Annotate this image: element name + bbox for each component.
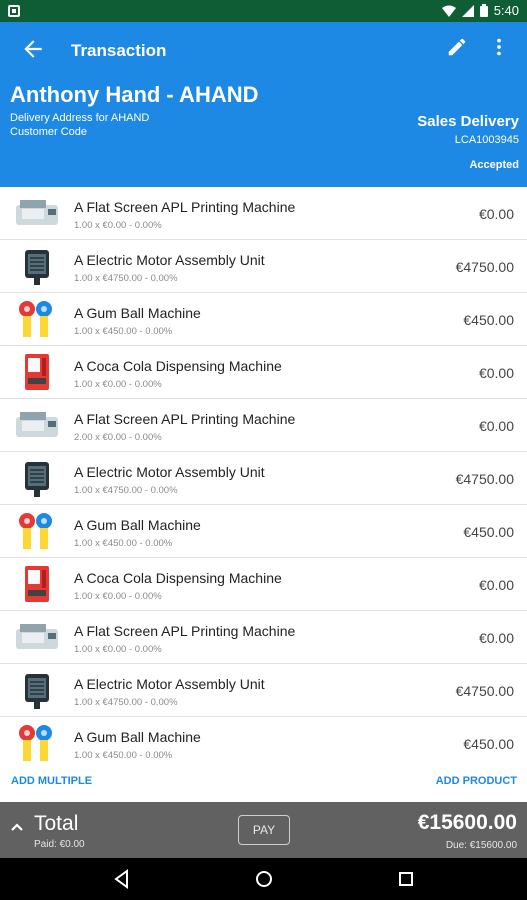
customer-name: Anthony Hand - AHAND: [10, 82, 259, 107]
back-triangle-icon[interactable]: [111, 868, 133, 890]
status-bar: 5:40: [0, 0, 527, 22]
line-item[interactable]: A Coca Cola Dispensing Machine 1.00 x €0…: [0, 346, 527, 399]
clock: 5:40: [493, 3, 519, 18]
add-product-button[interactable]: ADD PRODUCT: [436, 775, 517, 787]
status-badge: Accepted: [469, 159, 519, 171]
item-detail: 1.00 x €450.00 - 0.00%: [74, 538, 173, 549]
item-amount: €4750.00: [455, 683, 514, 699]
item-name: A Flat Screen APL Printing Machine: [74, 623, 296, 639]
item-name: A Electric Motor Assembly Unit: [74, 464, 265, 480]
motor-unit-icon: [25, 250, 49, 285]
wifi-icon: [441, 5, 456, 17]
battery-icon: [479, 4, 488, 17]
item-name: A Gum Ball Machine: [74, 729, 201, 745]
delivery-address: Delivery Address for AHAND: [10, 112, 150, 124]
item-name: A Coca Cola Dispensing Machine: [74, 570, 282, 586]
item-detail: 1.00 x €0.00 - 0.00%: [74, 220, 162, 231]
printing-machine-icon: [16, 200, 58, 225]
page-title: Transaction: [71, 41, 167, 60]
item-detail: 1.00 x €0.00 - 0.00%: [74, 591, 162, 602]
item-amount: €450.00: [463, 524, 514, 540]
dispensing-machine-icon: [25, 566, 49, 602]
line-item[interactable]: A Gum Ball Machine 1.00 x €450.00 - 0.00…: [0, 293, 527, 346]
item-amount: €0.00: [478, 630, 514, 646]
gumball-machine-icon: [19, 301, 52, 337]
motor-unit-icon: [25, 462, 49, 497]
paid-amount: Paid: €0.00: [34, 839, 85, 850]
line-item[interactable]: A Flat Screen APL Printing Machine 1.00 …: [0, 611, 527, 664]
motor-unit-icon: [25, 674, 49, 709]
item-name: A Flat Screen APL Printing Machine: [74, 411, 296, 427]
back-arrow-icon[interactable]: [20, 36, 46, 62]
item-detail: 1.00 x €4750.00 - 0.00%: [74, 273, 178, 284]
item-amount: €450.00: [463, 312, 514, 328]
customer-code: Customer Code: [10, 126, 88, 138]
item-name: A Flat Screen APL Printing Machine: [74, 199, 296, 215]
document-number: LCA1003945: [454, 134, 519, 146]
line-items-list: A Flat Screen APL Printing Machine 1.00 …: [0, 187, 527, 770]
pay-button[interactable]: PAY: [238, 815, 290, 845]
item-name: A Electric Motor Assembly Unit: [74, 252, 265, 268]
line-item[interactable]: A Electric Motor Assembly Unit 1.00 x €4…: [0, 452, 527, 505]
total-bar: Total Paid: €0.00 PAY €15600.00 Due: €15…: [0, 802, 527, 858]
due-amount: Due: €15600.00: [445, 840, 517, 851]
notification-icon: [8, 5, 20, 17]
item-amount: €0.00: [478, 206, 514, 222]
item-detail: 1.00 x €0.00 - 0.00%: [74, 644, 162, 655]
line-item[interactable]: A Flat Screen APL Printing Machine 2.00 …: [0, 399, 527, 452]
item-amount: €4750.00: [455, 259, 514, 275]
printing-machine-icon: [16, 412, 58, 437]
total-amount: €15600.00: [417, 811, 517, 834]
system-icons: 5:40: [441, 3, 519, 18]
item-detail: 1.00 x €4750.00 - 0.00%: [74, 485, 178, 496]
transaction-header: Transaction Anthony Hand - AHAND Deliver…: [0, 22, 527, 187]
line-item[interactable]: A Electric Motor Assembly Unit 1.00 x €4…: [0, 664, 527, 717]
edit-pencil-icon[interactable]: [446, 36, 468, 58]
item-detail: 1.00 x €450.00 - 0.00%: [74, 750, 173, 761]
item-amount: €0.00: [478, 577, 514, 593]
item-name: A Gum Ball Machine: [74, 517, 201, 533]
dispensing-machine-icon: [25, 354, 49, 390]
total-label: Total: [34, 812, 79, 835]
chevron-up-icon[interactable]: [10, 820, 24, 834]
line-item[interactable]: A Flat Screen APL Printing Machine 1.00 …: [0, 187, 527, 240]
item-name: A Coca Cola Dispensing Machine: [74, 358, 282, 374]
list-actions: ADD MULTIPLE ADD PRODUCT: [0, 768, 527, 802]
more-options-icon[interactable]: [488, 36, 510, 58]
item-detail: 1.00 x €450.00 - 0.00%: [74, 326, 173, 337]
line-item[interactable]: A Gum Ball Machine 1.00 x €450.00 - 0.00…: [0, 505, 527, 558]
item-name: A Gum Ball Machine: [74, 305, 201, 321]
recents-square-icon[interactable]: [395, 868, 417, 890]
system-navigation-bar: [0, 858, 527, 900]
gumball-machine-icon: [19, 725, 52, 761]
gumball-machine-icon: [19, 513, 52, 549]
line-item[interactable]: A Gum Ball Machine 1.00 x €450.00 - 0.00…: [0, 717, 527, 770]
item-detail: 2.00 x €0.00 - 0.00%: [74, 432, 162, 443]
item-amount: €4750.00: [455, 471, 514, 487]
signal-icon: [461, 4, 474, 17]
line-item[interactable]: A Coca Cola Dispensing Machine 1.00 x €0…: [0, 558, 527, 611]
line-item[interactable]: A Electric Motor Assembly Unit 1.00 x €4…: [0, 240, 527, 293]
item-detail: 1.00 x €4750.00 - 0.00%: [74, 697, 178, 708]
printing-machine-icon: [16, 624, 58, 649]
item-detail: 1.00 x €0.00 - 0.00%: [74, 379, 162, 390]
document-type: Sales Delivery: [417, 113, 519, 130]
item-amount: €0.00: [478, 365, 514, 381]
item-amount: €0.00: [478, 418, 514, 434]
home-circle-icon[interactable]: [253, 868, 275, 890]
item-amount: €450.00: [463, 736, 514, 752]
add-multiple-button[interactable]: ADD MULTIPLE: [11, 775, 92, 787]
item-name: A Electric Motor Assembly Unit: [74, 676, 265, 692]
